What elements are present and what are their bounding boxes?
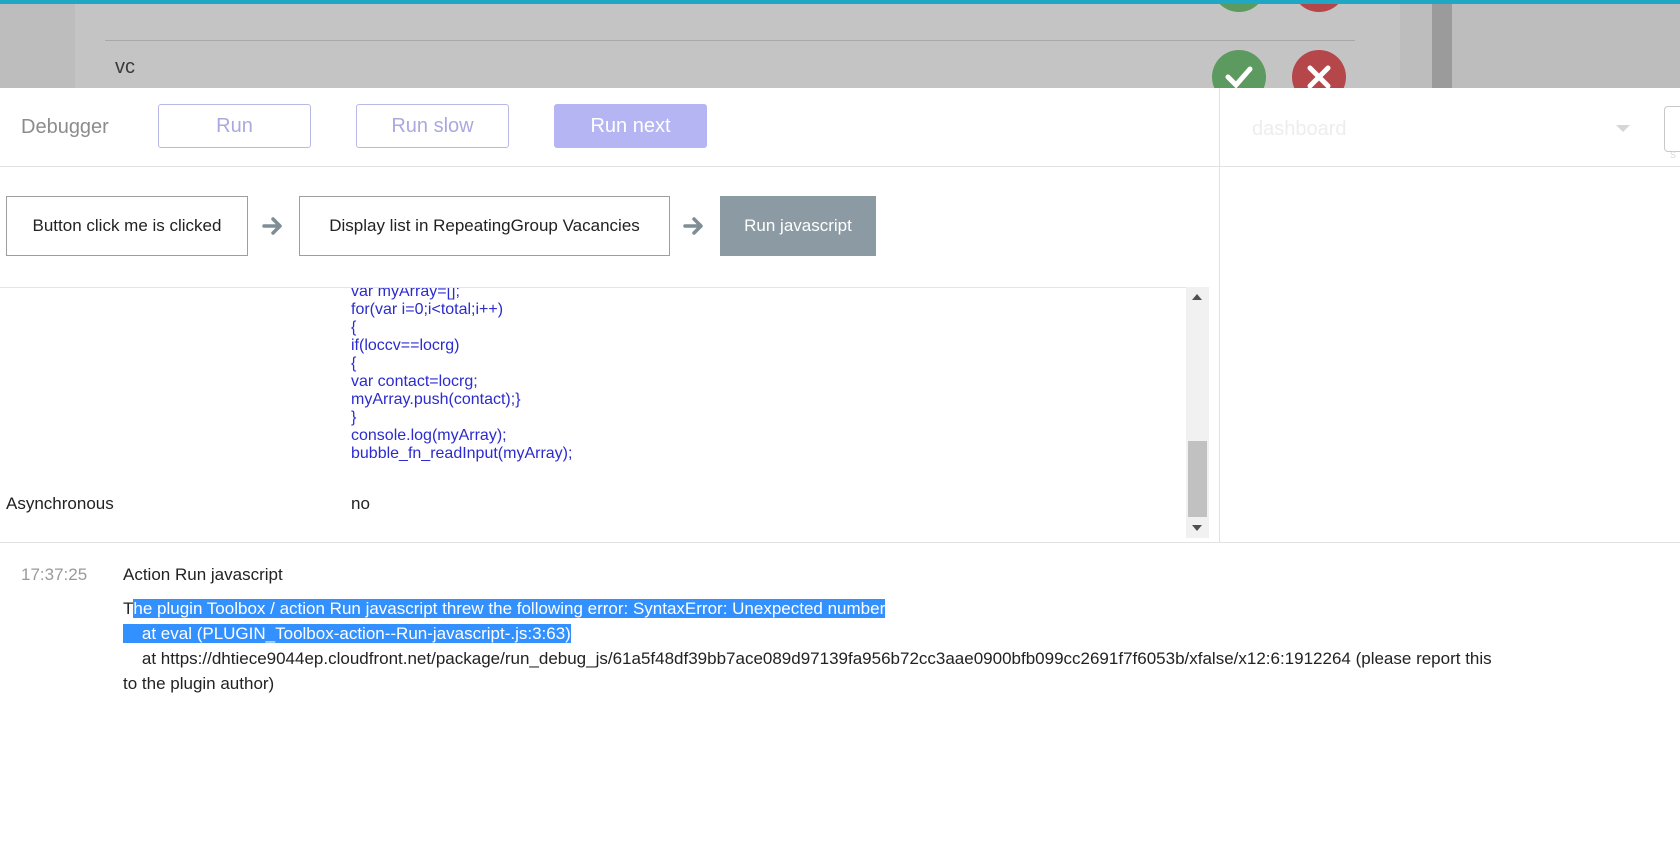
arrow-right-icon <box>262 217 282 235</box>
code-line: if(loccv==locrg) <box>351 337 460 354</box>
log-divider <box>0 542 1680 543</box>
step-run-javascript[interactable]: Run javascript <box>720 196 876 256</box>
log-error-message: The plugin Toolbox / action Run javascri… <box>123 596 1493 696</box>
step-properties-panel: var myArray=[]; for(var i=0;i<total;i++){… <box>0 287 1209 539</box>
background-divider <box>105 40 1355 41</box>
log-stack-line-1: at eval (PLUGIN_Toolbox-action--Run-java… <box>123 624 571 643</box>
code-line: var myArray=[]; <box>351 287 460 300</box>
run-slow-button[interactable]: Run slow <box>356 104 509 148</box>
log-message-first-char: T <box>123 599 134 618</box>
code-line: console.log(myArray); <box>351 427 507 444</box>
scroll-up-icon[interactable] <box>1192 294 1202 300</box>
run-next-button[interactable]: Run next <box>554 104 707 148</box>
arrow-right-icon <box>683 217 703 235</box>
code-line: } <box>351 409 357 426</box>
page-select[interactable]: dashboard <box>1234 108 1634 148</box>
asynchronous-label: Asynchronous <box>6 494 114 513</box>
panel-divider <box>1219 88 1220 542</box>
javascript-code: var myArray=[]; for(var i=0;i<total;i++){… <box>351 287 573 463</box>
page-select-value: dashboard <box>1252 118 1347 140</box>
code-line: bubble_fn_readInput(myArray); <box>351 445 573 462</box>
inspect-input[interactable] <box>1664 106 1680 152</box>
side-label: S <box>1670 150 1677 160</box>
background-scrollbar <box>1432 4 1452 88</box>
run-button[interactable]: Run <box>158 104 311 148</box>
code-line: myArray.push(contact);} <box>351 391 521 408</box>
code-line: { <box>351 319 357 336</box>
workflow-steps: Button click me is clicked Display list … <box>0 196 1219 256</box>
code-line: var contact=locrg; <box>351 373 478 390</box>
properties-scrollbar[interactable] <box>1186 287 1209 538</box>
debugger-title: Debugger <box>21 116 109 138</box>
code-line: { <box>351 355 357 372</box>
scroll-down-icon[interactable] <box>1192 525 1202 531</box>
log-action-title: Action Run javascript <box>123 565 283 584</box>
scrollbar-thumb[interactable] <box>1188 441 1207 517</box>
background-app: vc <box>0 4 1680 88</box>
asynchronous-value: no <box>351 494 370 513</box>
step-display-list[interactable]: Display list in RepeatingGroup Vacancies <box>299 196 670 256</box>
background-card: vc <box>75 4 1452 88</box>
background-row-text: vc <box>115 56 135 78</box>
code-line: for(var i=0;i<total;i++) <box>351 301 504 318</box>
log-message-selected: he plugin Toolbox / action Run javascrip… <box>133 599 886 618</box>
log-stack-line-2: at https://dhtiece9044ep.cloudfront.net/… <box>123 649 1497 693</box>
chevron-down-icon <box>1616 125 1630 132</box>
log-timestamp: 17:37:25 <box>21 565 88 584</box>
step-button-click[interactable]: Button click me is clicked <box>6 196 248 256</box>
